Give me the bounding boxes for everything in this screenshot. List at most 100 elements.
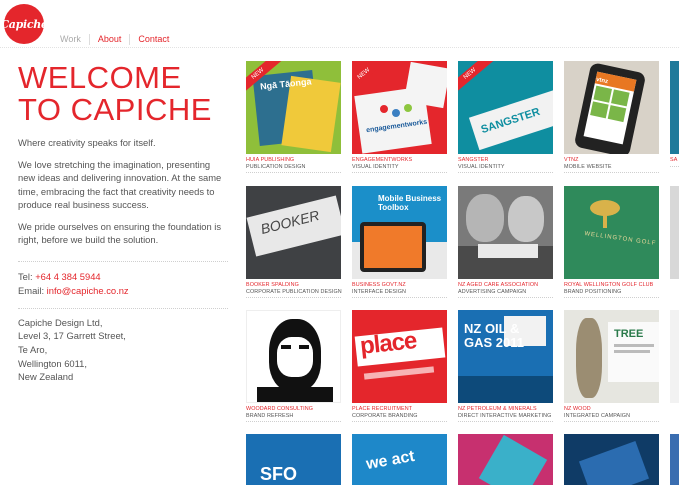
portfolio-tile-huia[interactable]: Ngā Tāonga NEW HUIA PUBLISHING PUBLICATI… <box>246 61 341 173</box>
address-line: Te Aro, <box>18 343 48 355</box>
portfolio-service: CORPORATE BRANDING <box>352 413 447 422</box>
intro-paragraph-2: We pride ourselves on ensuring the found… <box>18 220 222 246</box>
capiche-logo[interactable]: Capiche <box>0 4 48 44</box>
portfolio-tile-row4-4[interactable] <box>564 434 659 485</box>
portfolio-client: BUSINESS GOVT.NZ <box>352 282 406 288</box>
art-text: we act <box>364 447 416 474</box>
welcome-heading: WELCOME TO CAPICHE <box>18 62 228 126</box>
portfolio-client: NZ AGED CARE ASSOCIATION <box>458 282 539 288</box>
logo-text: Capiche <box>0 17 48 31</box>
portfolio-thumbnail[interactable]: TREE <box>564 310 659 403</box>
portfolio-client: ENGAGEMENTWORKS <box>352 157 413 163</box>
portfolio-tile-woodard[interactable]: WOODARD CONSULTING BRAND REFRESH <box>246 310 341 422</box>
address-line: Wellington 6011, <box>18 357 87 369</box>
portfolio-client: SA <box>670 157 678 163</box>
tel-label: Tel: <box>18 270 33 282</box>
portfolio-thumbnail[interactable] <box>670 186 679 279</box>
portfolio-tile-place[interactable]: place PLACE RECRUITMENT CORPORATE BRANDI… <box>352 310 447 422</box>
portfolio-service: CORPORATE PUBLICATION DESIGN <box>246 289 342 298</box>
portfolio-client: ROYAL WELLINGTON GOLF CLUB <box>564 282 654 288</box>
portfolio-thumbnail[interactable] <box>458 186 553 279</box>
portfolio-thumbnail[interactable]: BOOKER <box>246 186 341 279</box>
portfolio-tile-nz-petroleum[interactable]: NZ OIL & GAS 2011 NZ PETROLEUM & MINERAL… <box>458 310 553 422</box>
portfolio-tile-partial[interactable]: SA <box>670 61 679 167</box>
portfolio-tile-business-govt[interactable]: Mobile Business Toolbox BUSINESS GOVT.NZ… <box>352 186 447 298</box>
portfolio-tile-partial[interactable] <box>670 310 679 403</box>
portfolio-service: BRAND REFRESH <box>246 413 341 422</box>
portfolio-client: BOOKER SPALDING <box>246 282 299 288</box>
portfolio-service: DIRECT INTERACTIVE MARKETING <box>458 413 553 422</box>
portfolio-tile-sangster[interactable]: SANGSTER NEW SANGSTER VISUAL IDENTITY <box>458 61 553 173</box>
portfolio-service: ADVERTISING CAMPAIGN <box>458 289 553 298</box>
art-text: NZ OIL & GAS 2011 <box>464 321 524 350</box>
email-label: Email: <box>18 284 45 296</box>
portfolio-thumbnail[interactable] <box>670 434 679 485</box>
art-text: Mobile Business Toolbox <box>378 194 442 212</box>
portfolio-service: VISUAL IDENTITY <box>352 164 447 173</box>
new-badge: NEW <box>458 61 497 98</box>
portfolio-service: BRAND POSITIONING <box>564 289 659 298</box>
intro-panel: WELCOME TO CAPICHE Where creativity spea… <box>18 62 228 384</box>
portfolio-tile-sfo[interactable]: SFO <box>246 434 341 485</box>
portfolio-service <box>670 164 679 167</box>
intro-paragraph-1: We love stretching the imagination, pres… <box>18 158 222 211</box>
portfolio-thumbnail[interactable]: WELLINGTON GOLF <box>564 186 659 279</box>
address-line: New Zealand <box>18 371 74 383</box>
portfolio-tile-vtnz[interactable]: vtnz VTNZ MOBILE WEBSITE <box>564 61 659 173</box>
tagline: Where creativity speaks for itself. <box>18 137 156 148</box>
divider <box>18 260 228 262</box>
portfolio-thumbnail[interactable]: NZ OIL & GAS 2011 <box>458 310 553 403</box>
email-link[interactable]: info@capiche.co.nz <box>47 285 129 296</box>
portfolio-tile-engagementworks[interactable]: engagementworks NEW ENGAGEMENTWORKS VISU… <box>352 61 447 173</box>
portfolio-client: SANGSTER <box>458 157 489 163</box>
main-nav: Work About Contact <box>52 34 177 45</box>
portfolio-thumbnail[interactable] <box>246 310 341 403</box>
portfolio-client: NZ PETROLEUM & MINERALS <box>458 406 537 412</box>
portfolio-service: INTERFACE DESIGN <box>352 289 447 298</box>
nav-divider <box>0 47 679 48</box>
portfolio-service: MOBILE WEBSITE <box>564 164 659 173</box>
art-text: place <box>358 327 418 360</box>
portfolio-tile-aged-care[interactable]: NZ AGED CARE ASSOCIATION ADVERTISING CAM… <box>458 186 553 298</box>
art-text: WELLINGTON GOLF <box>583 230 657 248</box>
portfolio-tile-golf-club[interactable]: WELLINGTON GOLF ROYAL WELLINGTON GOLF CL… <box>564 186 659 298</box>
portfolio-client: PLACE RECRUITMENT <box>352 406 413 412</box>
address-line: Level 3, 17 Garrett Street, <box>18 330 126 342</box>
portfolio-client: NZ WOOD <box>564 406 591 412</box>
portfolio-thumbnail[interactable]: SFO <box>246 434 341 485</box>
portfolio-client: VTNZ <box>564 157 579 163</box>
portfolio-thumbnail[interactable] <box>670 61 679 154</box>
welcome-line-1: WELCOME <box>18 60 182 95</box>
portfolio-service: INTEGRATED CAMPAIGN <box>564 413 659 422</box>
portfolio-tile-booker-spalding[interactable]: BOOKER BOOKER SPALDING CORPORATE PUBLICA… <box>246 186 342 298</box>
portfolio-thumbnail[interactable] <box>458 434 553 485</box>
portfolio-thumbnail[interactable]: we act <box>352 434 447 485</box>
tel-link[interactable]: +64 4 384 5944 <box>35 271 100 282</box>
portfolio-tile-partial[interactable] <box>670 434 679 485</box>
welcome-line-2: TO CAPICHE <box>18 92 212 127</box>
portfolio-thumbnail[interactable]: place <box>352 310 447 403</box>
portfolio-tile-we-act[interactable]: we act <box>352 434 447 485</box>
portfolio-thumbnail[interactable]: vtnz <box>564 61 659 154</box>
art-text: TREE <box>614 328 644 340</box>
contact-block: Tel: +64 4 384 5944 Email: info@capiche.… <box>18 270 228 298</box>
nav-contact[interactable]: Contact <box>129 34 177 45</box>
portfolio-client: HUIA PUBLISHING <box>246 157 295 163</box>
portfolio-thumbnail[interactable]: Mobile Business Toolbox <box>352 186 447 279</box>
divider <box>18 307 228 309</box>
portfolio-service: VISUAL IDENTITY <box>458 164 553 173</box>
art-text: SFO <box>260 464 298 484</box>
nav-work[interactable]: Work <box>52 34 89 45</box>
nav-about[interactable]: About <box>88 34 130 45</box>
portfolio-tile-nz-wood[interactable]: TREE NZ WOOD INTEGRATED CAMPAIGN <box>564 310 659 422</box>
portfolio-thumbnail[interactable]: SANGSTER NEW <box>458 61 553 154</box>
portfolio-tile-partial[interactable] <box>670 186 679 279</box>
portfolio-service: PUBLICATION DESIGN <box>246 164 341 173</box>
portfolio-thumbnail[interactable]: engagementworks NEW <box>352 61 447 154</box>
address-block: Capiche Design Ltd, Level 3, 17 Garrett … <box>18 316 228 385</box>
portfolio-thumbnail[interactable] <box>670 310 679 403</box>
portfolio-thumbnail[interactable]: Ngā Tāonga NEW <box>246 61 341 154</box>
portfolio-client: WOODARD CONSULTING <box>246 406 313 412</box>
portfolio-thumbnail[interactable] <box>564 434 659 485</box>
portfolio-tile-row4-3[interactable] <box>458 434 553 485</box>
